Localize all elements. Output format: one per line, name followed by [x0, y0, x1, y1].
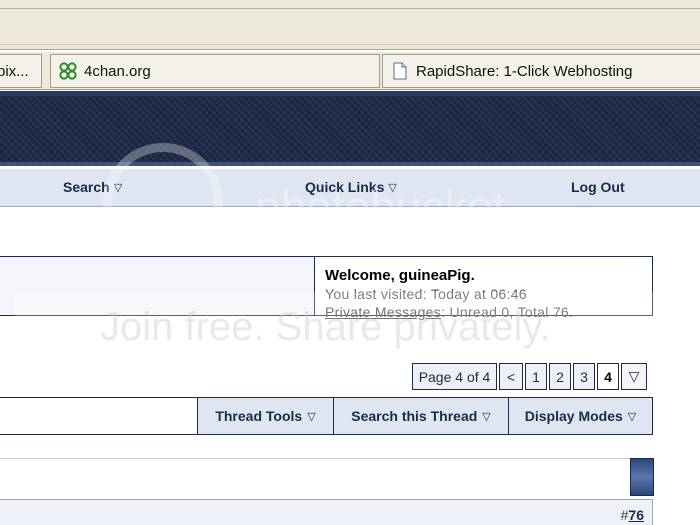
page-icon	[393, 62, 407, 80]
browser-tab-bar: pix... 4chan.org RapidShare: 1-Click Web…	[0, 52, 700, 90]
tab-label: RapidShare: 1-Click Webhosting	[416, 62, 633, 80]
forum-banner	[0, 91, 700, 166]
page-link-1[interactable]: 1	[525, 363, 547, 390]
browser-tab-partial[interactable]: pix...	[0, 54, 42, 88]
page-current-4: 4	[597, 363, 619, 390]
thread-tools-menu[interactable]: Thread Tools ▽	[198, 398, 334, 434]
post-number-link[interactable]: 76	[628, 507, 644, 523]
clover-icon	[59, 62, 77, 80]
post-number: #76	[621, 507, 644, 523]
thread-toolbar-spacer	[0, 398, 198, 434]
last-visited-prefix: You last visited:	[325, 286, 431, 302]
pm-status: : Unread 0, Total 76.	[441, 304, 574, 320]
chevron-down-icon: ▽	[627, 410, 637, 423]
chevron-down-icon: ▽	[482, 410, 491, 423]
prev-page-button[interactable]: <	[499, 363, 523, 390]
post-area	[0, 458, 630, 496]
private-messages-line: Private Messages: Unread 0, Total 76.	[325, 303, 652, 321]
thread-toolbar: Thread Tools ▽ Search this Thread ▽ Disp…	[0, 397, 653, 435]
welcome-box: Welcome, guineaPig. You last visited: To…	[314, 256, 653, 320]
page-link-3[interactable]: 3	[573, 363, 595, 390]
nav-search-label: Search	[63, 179, 110, 195]
nav-quick-links[interactable]: Quick Links ▽	[305, 179, 397, 195]
tab-label: 4chan.org	[84, 62, 151, 80]
nav-log-out[interactable]: Log Out	[571, 179, 625, 195]
last-visited-line: You last visited: Today at 06:46	[325, 285, 652, 303]
chevron-down-icon: ▽	[307, 410, 316, 423]
page-link-2[interactable]: 2	[549, 363, 571, 390]
display-modes-menu[interactable]: Display Modes ▽	[509, 398, 652, 434]
forum-navbar: Search ▽ Quick Links ▽ Log Out	[0, 169, 700, 207]
forum-info-panel	[0, 256, 316, 316]
nav-log-out-label: Log Out	[571, 179, 625, 195]
post-header-bar: #76	[0, 499, 653, 525]
tab-label: pix...	[0, 62, 29, 80]
toolbar-divider	[0, 8, 700, 9]
search-thread-menu[interactable]: Search this Thread ▽	[334, 398, 509, 434]
browser-tab-4chan[interactable]: 4chan.org	[50, 54, 380, 88]
chevron-down-icon: ▽	[113, 181, 123, 194]
last-visited-value: Today at 06:46	[430, 286, 527, 302]
chevron-down-icon: ▽	[388, 181, 397, 194]
browser-tab-rapidshare[interactable]: RapidShare: 1-Click Webhosting	[382, 54, 700, 88]
banner-edge	[0, 91, 700, 96]
nav-quick-links-label: Quick Links	[305, 179, 385, 195]
toolbar-divider	[0, 44, 700, 45]
private-messages-link[interactable]: Private Messages	[325, 304, 441, 320]
search-thread-label: Search this Thread	[351, 408, 478, 424]
thread-tools-label: Thread Tools	[215, 408, 303, 424]
welcome-title: Welcome, guineaPig.	[325, 267, 475, 284]
display-modes-label: Display Modes	[524, 408, 623, 424]
page-indicator: Page 4 of 4	[412, 363, 497, 390]
scrollbar-thumb[interactable]	[630, 458, 654, 496]
nav-search[interactable]: Search ▽	[63, 179, 122, 195]
browser-toolbar-area	[0, 0, 700, 50]
pagination: Page 4 of 4 < 1 2 3 4 ▽	[412, 363, 647, 390]
page-menu-button[interactable]: ▽	[621, 363, 647, 390]
